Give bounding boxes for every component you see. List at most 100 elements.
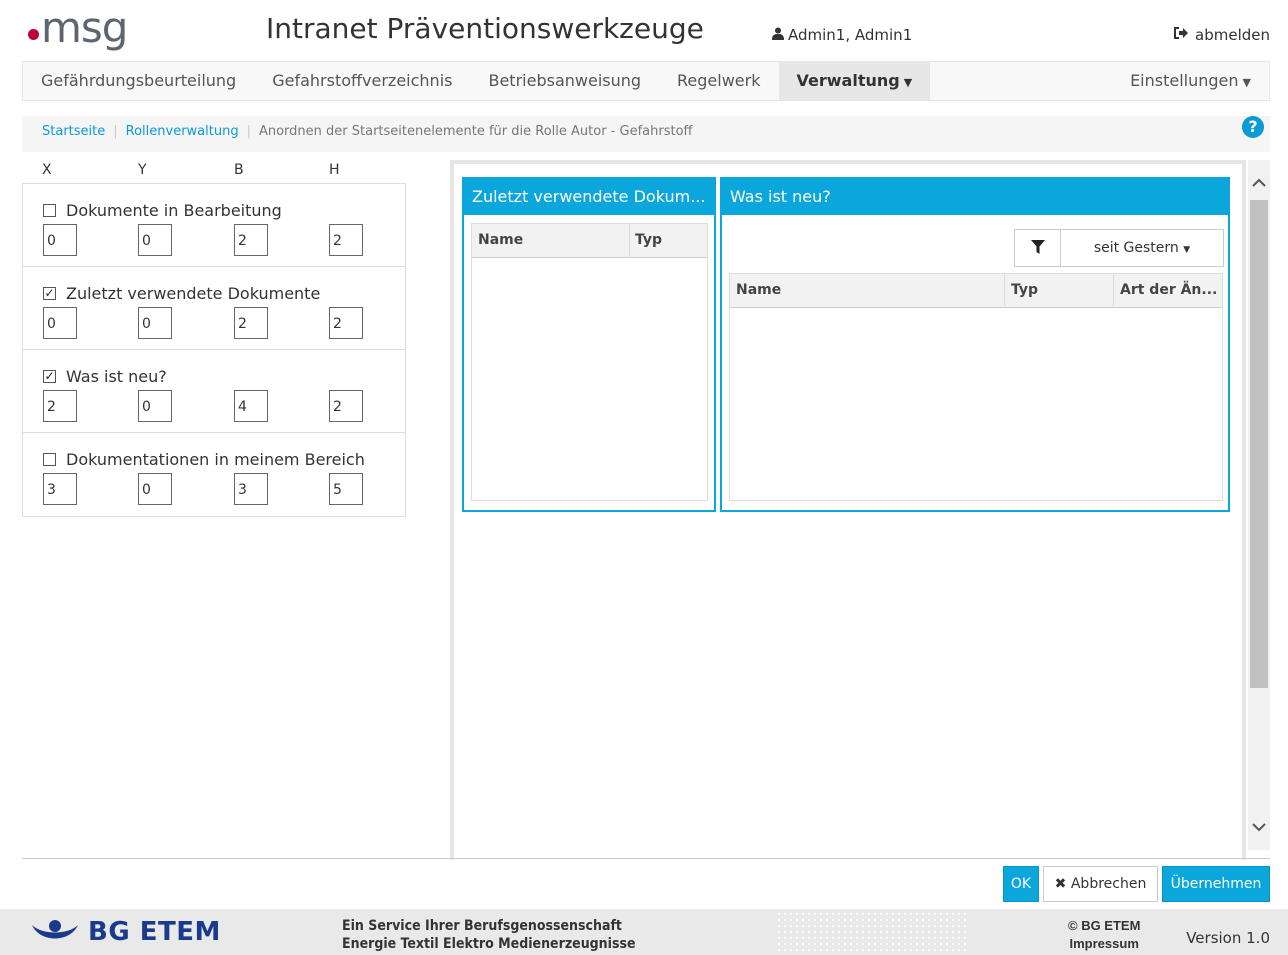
impressum-link[interactable]: Impressum (1068, 935, 1140, 953)
config-item: ✓ Zuletzt verwendete Dokumente 0 0 2 2 (23, 267, 405, 350)
footer-brand: BG ETEM (88, 917, 221, 947)
col-header-y: Y (138, 162, 147, 178)
app-title: Intranet Präventionswerkzeuge (266, 12, 704, 45)
user-info: Admin1, Admin1 (772, 26, 912, 44)
col-name[interactable]: Name (736, 282, 781, 298)
bg-etem-logo-icon (32, 920, 78, 939)
widget-title: Zuletzt verwendete Dokum... (464, 179, 714, 215)
b-input[interactable]: 3 (234, 473, 268, 505)
scroll-thumb[interactable] (1250, 200, 1268, 688)
breadcrumb-roles[interactable]: Rollenverwaltung (126, 124, 239, 139)
b-input[interactable]: 2 (234, 224, 268, 256)
nav-verwaltung-label: Verwaltung (796, 71, 900, 90)
h-input[interactable]: 5 (329, 473, 363, 505)
nav-item-einstellungen[interactable]: Einstellungen ▼ (1112, 62, 1269, 100)
y-input[interactable]: 0 (138, 473, 172, 505)
header: msg Intranet Präventionswerkzeuge Admin1… (0, 0, 1288, 60)
x-input[interactable]: 3 (43, 473, 77, 505)
msg-logo: msg (28, 3, 128, 52)
caret-down-icon: ▼ (1242, 76, 1251, 89)
widget-recent-documents[interactable]: Zuletzt verwendete Dokum... Name Typ (462, 177, 716, 512)
b-input[interactable]: 2 (234, 307, 268, 339)
widget-label: Dokumentationen in meinem Bereich (66, 450, 365, 469)
x-input[interactable]: 2 (43, 390, 77, 422)
nav-item-gefaehrdungsbeurteilung[interactable]: Gefährdungsbeurteilung (23, 62, 254, 100)
x-input[interactable]: 0 (43, 307, 77, 339)
col-header-b: B (234, 162, 244, 178)
whats-new-table: Name Typ Art der Än... (729, 273, 1223, 501)
col-type[interactable]: Typ (635, 232, 662, 248)
footer: BG ETEM Ein Service Ihrer Berufsgenossen… (0, 909, 1288, 955)
col-name[interactable]: Name (478, 232, 523, 248)
widget-checkbox[interactable]: ✓ (43, 287, 56, 300)
nav-item-verwaltung[interactable]: Verwaltung ▼ (778, 62, 931, 100)
bg-etem-logo: BG ETEM (30, 917, 221, 947)
widget-label: Zuletzt verwendete Dokumente (66, 284, 321, 303)
user-icon (772, 26, 784, 44)
widget-checkbox[interactable] (43, 204, 56, 217)
widget-config-list: Dokumente in Bearbeitung 0 0 2 2 ✓ Zuletz… (22, 183, 406, 517)
copyright-text: © BG ETEM (1068, 918, 1141, 933)
config-column-headers: X Y B H (42, 162, 382, 180)
cancel-label: Abbrechen (1070, 876, 1147, 892)
period-select[interactable]: seit Gestern ▼ (1061, 230, 1223, 266)
config-item: ✓ Was ist neu? 2 0 4 2 (23, 350, 405, 433)
logo-text: msg (41, 3, 128, 52)
col-change-type[interactable]: Art der Än... (1120, 282, 1217, 298)
widget-checkbox[interactable] (43, 453, 56, 466)
nav-item-gefahrstoffverzeichnis[interactable]: Gefahrstoffverzeichnis (254, 62, 470, 100)
config-item: Dokumente in Bearbeitung 0 0 2 2 (23, 184, 405, 267)
col-header-h: H (329, 162, 340, 178)
filter-icon (1030, 239, 1045, 258)
divider (22, 858, 1270, 859)
y-input[interactable]: 0 (138, 224, 172, 256)
caret-down-icon: ▼ (903, 76, 913, 89)
col-header-x: X (42, 162, 52, 178)
breadcrumb-current: Anordnen der Startseitenelemente für die… (258, 124, 693, 139)
widget-label: Was ist neu? (66, 367, 167, 386)
period-select-label: seit Gestern (1093, 240, 1179, 256)
b-input[interactable]: 4 (234, 390, 268, 422)
apply-button[interactable]: Übernehmen (1162, 866, 1270, 902)
col-type[interactable]: Typ (1011, 282, 1038, 298)
table-header: Name Typ (472, 224, 707, 258)
table-header: Name Typ Art der Än... (730, 274, 1222, 308)
widget-checkbox[interactable]: ✓ (43, 370, 56, 383)
logout-link[interactable]: abmelden (1173, 26, 1270, 44)
footer-service-line1: Ein Service Ihrer Berufsgenossenschaft (342, 918, 622, 934)
close-icon: ✖ (1054, 876, 1067, 892)
y-input[interactable]: 0 (138, 390, 172, 422)
widget-whats-new[interactable]: Was ist neu? seit Gestern ▼ Name Typ Art… (720, 177, 1230, 512)
h-input[interactable]: 2 (329, 307, 363, 339)
version-label: Version 1.0 (1186, 929, 1270, 947)
nav-item-betriebsanweisung[interactable]: Betriebsanweisung (470, 62, 659, 100)
widget-label: Dokumente in Bearbeitung (66, 201, 282, 220)
footer-service-text: Ein Service Ihrer Berufsgenossenschaft E… (342, 917, 636, 953)
logout-icon (1173, 26, 1189, 44)
nav-einstellungen-label: Einstellungen (1130, 71, 1239, 90)
breadcrumb-home[interactable]: Startseite (42, 124, 105, 139)
h-input[interactable]: 2 (329, 224, 363, 256)
breadcrumb: Startseite | Rollenverwaltung | Anordnen der… (22, 116, 1270, 152)
logout-label: abmelden (1195, 26, 1270, 44)
recent-documents-table: Name Typ (471, 223, 708, 501)
help-icon[interactable]: ? (1242, 116, 1264, 138)
h-input[interactable]: 2 (329, 390, 363, 422)
config-item: Dokumentationen in meinem Bereich 3 0 3 … (23, 433, 405, 516)
footer-dot-pattern (776, 911, 966, 953)
caret-down-icon: ▼ (1183, 245, 1191, 255)
footer-copyright: © BG ETEM Impressum (1068, 917, 1140, 953)
y-input[interactable]: 0 (138, 307, 172, 339)
preview-scrollbar[interactable] (1248, 160, 1270, 850)
footer-service-line2: Energie Textil Elektro Medienerzeugnisse (342, 936, 636, 952)
chevron-down-icon[interactable] (1252, 820, 1266, 836)
chevron-up-icon[interactable] (1252, 176, 1266, 192)
ok-button[interactable]: OK (1003, 866, 1039, 902)
logo-dot (28, 29, 39, 40)
x-input[interactable]: 0 (43, 224, 77, 256)
user-name: Admin1, Admin1 (788, 26, 913, 44)
nav-item-regelwerk[interactable]: Regelwerk (659, 62, 778, 100)
widget-title: Was ist neu? (722, 179, 1228, 215)
cancel-button[interactable]: ✖ Abbrechen (1043, 866, 1158, 902)
filter-button[interactable] (1015, 230, 1061, 266)
